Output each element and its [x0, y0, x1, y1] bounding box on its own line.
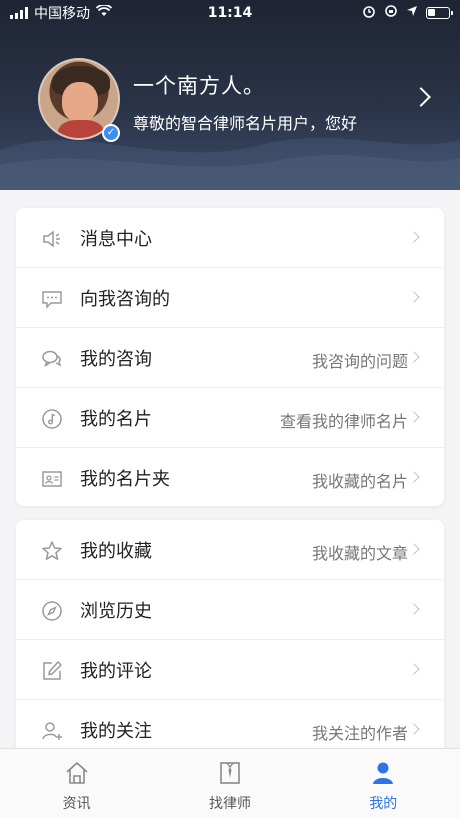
menu-item-card-holder[interactable]: 我的名片夹 我收藏的名片 — [16, 448, 444, 508]
profile-summary[interactable]: ✓ 一个南方人。 尊敬的智合律师名片用户，您好 — [0, 58, 460, 148]
tab-mine[interactable]: 我的 — [307, 749, 460, 818]
menu-group-activity: 我的收藏 我收藏的文章 浏览历史 我的评论 我的关注 我关注的作者 — [16, 520, 444, 760]
wifi-icon — [95, 4, 113, 21]
profile-header: 中国移动 11:14 ✓ 一个南方人。 尊敬的智合律师名片用户，您好 — [0, 0, 460, 190]
lawyer-icon — [216, 759, 244, 787]
menu-item-label: 消息中心 — [80, 229, 152, 250]
battery-icon — [426, 7, 453, 19]
menu-item-label: 我的名片 — [80, 409, 152, 430]
chevron-right-icon — [408, 723, 420, 735]
menu-item-favorites[interactable]: 我的收藏 我收藏的文章 — [16, 520, 444, 580]
speaker-icon — [40, 227, 64, 251]
menu-item-label: 我的名片夹 — [80, 469, 170, 490]
chevron-right-icon — [408, 663, 420, 675]
carrier-label: 中国移动 — [34, 6, 90, 22]
star-icon — [40, 539, 64, 563]
menu-item-value: 我收藏的名片 — [311, 472, 408, 491]
profile-subtitle: 尊敬的智合律师名片用户，您好 — [133, 114, 358, 133]
location-icon — [406, 5, 418, 21]
menu-item-label: 我的评论 — [80, 661, 152, 682]
menu-item-label: 我的关注 — [80, 721, 152, 742]
user-icon — [369, 759, 397, 787]
alarm-icon — [362, 4, 376, 22]
rotation-lock-icon — [384, 4, 398, 22]
menu-item-label: 我的收藏 — [80, 541, 152, 562]
menu-group-messages: 消息中心 向我咨询的 我的咨询 我咨询的问题 我的名片 查看我的律师名片 我的名… — [16, 208, 444, 506]
menu-item-value: 查看我的律师名片 — [279, 412, 408, 431]
music-note-icon — [40, 407, 64, 431]
tab-find-lawyer[interactable]: 找律师 — [153, 749, 306, 818]
menu-item-consult-to-me[interactable]: 向我咨询的 — [16, 268, 444, 328]
status-bar: 中国移动 11:14 — [0, 0, 460, 26]
tab-news[interactable]: 资讯 — [0, 749, 153, 818]
contact-card-icon — [40, 467, 64, 491]
menu-item-history[interactable]: 浏览历史 — [16, 580, 444, 640]
chevron-right-icon — [408, 603, 420, 615]
chat-bubbles-icon — [40, 347, 64, 371]
tab-label: 我的 — [369, 796, 398, 812]
menu-item-value: 我收藏的文章 — [311, 544, 408, 563]
menu-item-label: 向我咨询的 — [80, 289, 170, 310]
status-time: 11:14 — [207, 5, 253, 21]
chevron-right-icon — [408, 231, 420, 243]
verified-badge-icon: ✓ — [102, 124, 120, 142]
chevron-right-icon — [408, 411, 420, 423]
menu-item-message-center[interactable]: 消息中心 — [16, 208, 444, 268]
compass-icon — [40, 599, 64, 623]
chevron-right-icon[interactable] — [411, 87, 431, 107]
menu-item-my-consult[interactable]: 我的咨询 我咨询的问题 — [16, 328, 444, 388]
chevron-right-icon — [408, 291, 420, 303]
menu-item-value: 我咨询的问题 — [311, 352, 408, 371]
chevron-right-icon — [408, 543, 420, 555]
profile-name: 一个南方人。 — [133, 74, 265, 98]
tab-label: 资讯 — [62, 796, 91, 812]
menu-item-comments[interactable]: 我的评论 — [16, 640, 444, 700]
tab-label: 找律师 — [208, 796, 251, 812]
chat-bubble-icon — [40, 287, 64, 311]
bottom-tab-bar: 资讯 找律师 我的 — [0, 748, 460, 818]
signal-icon — [10, 7, 28, 19]
chevron-right-icon — [408, 471, 420, 483]
menu-item-label: 浏览历史 — [80, 601, 152, 622]
menu-item-my-card[interactable]: 我的名片 查看我的律师名片 — [16, 388, 444, 448]
home-icon — [63, 759, 91, 787]
menu-item-label: 我的咨询 — [80, 349, 152, 370]
add-user-icon — [40, 719, 64, 743]
chevron-right-icon — [408, 351, 420, 363]
menu-item-value: 我关注的作者 — [311, 724, 408, 743]
edit-icon — [40, 659, 64, 683]
